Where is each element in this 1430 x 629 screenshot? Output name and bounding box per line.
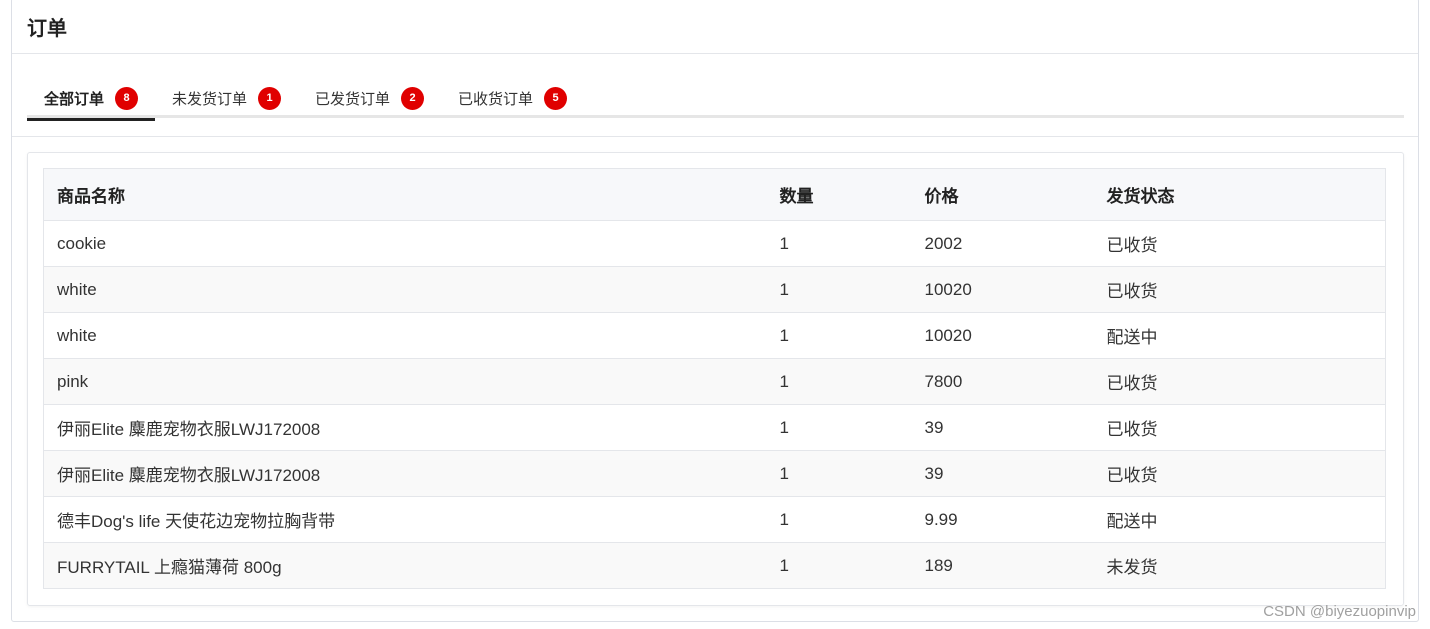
quantity-cell: 1 xyxy=(766,404,912,451)
quantity-cell: 1 xyxy=(766,496,912,543)
count-badge: 8 xyxy=(115,86,139,110)
tab-label: 已收货订单 xyxy=(458,90,534,108)
quantity-cell: 1 xyxy=(766,542,912,589)
tab-all-orders[interactable]: 全部订单 8 xyxy=(27,78,156,121)
price-cell: 39 xyxy=(911,450,1094,497)
tab-label: 全部订单 xyxy=(44,90,105,108)
table-row: white 1 10020 配送中 xyxy=(43,312,1386,359)
product-name-cell: FURRYTAIL 上瘾猫薄荷 800g xyxy=(43,542,767,589)
tab-label: 未发货订单 xyxy=(172,90,248,108)
count-badge: 5 xyxy=(544,86,568,110)
status-cell: 未发货 xyxy=(1093,542,1386,589)
table-row: pink 1 7800 已收货 xyxy=(43,358,1386,405)
status-cell: 已收货 xyxy=(1093,404,1386,451)
price-cell: 10020 xyxy=(911,266,1094,313)
table-row: 德丰Dog's life 天使花边宠物拉胸背带 1 9.99 配送中 xyxy=(43,496,1386,543)
table-row: 伊丽Elite 麋鹿宠物衣服LWJ172008 1 39 已收货 xyxy=(43,450,1386,497)
panel-header: 订单 xyxy=(12,0,1418,54)
table-row: white 1 10020 已收货 xyxy=(43,266,1386,313)
tabs-area: 全部订单 8 未发货订单 1 已发货订单 2 已收货订单 5 xyxy=(12,54,1418,137)
product-name-cell: 伊丽Elite 麋鹿宠物衣服LWJ172008 xyxy=(43,404,767,451)
tab-unshipped-orders[interactable]: 未发货订单 1 xyxy=(155,78,298,118)
status-cell: 已收货 xyxy=(1093,358,1386,405)
quantity-cell: 1 xyxy=(766,266,912,313)
product-name-cell: cookie xyxy=(43,220,767,267)
quantity-cell: 1 xyxy=(766,450,912,497)
quantity-cell: 1 xyxy=(766,220,912,267)
price-cell: 189 xyxy=(911,542,1094,589)
status-cell: 配送中 xyxy=(1093,496,1386,543)
quantity-cell: 1 xyxy=(766,312,912,359)
column-header-price: 价格 xyxy=(911,168,1094,221)
product-name-cell: 伊丽Elite 麋鹿宠物衣服LWJ172008 xyxy=(43,450,767,497)
price-cell: 10020 xyxy=(911,312,1094,359)
tab-shipped-orders[interactable]: 已发货订单 2 xyxy=(298,78,441,118)
price-cell: 9.99 xyxy=(911,496,1094,543)
product-name-cell: pink xyxy=(43,358,767,405)
quantity-cell: 1 xyxy=(766,358,912,405)
watermark: CSDN @biyezuopinvip xyxy=(1263,603,1416,620)
page-title: 订单 xyxy=(27,17,67,40)
status-cell: 已收货 xyxy=(1093,220,1386,267)
tab-label: 已发货订单 xyxy=(315,90,391,108)
status-cell: 配送中 xyxy=(1093,312,1386,359)
column-header-product-name: 商品名称 xyxy=(43,168,767,221)
price-cell: 7800 xyxy=(911,358,1094,405)
column-header-quantity: 数量 xyxy=(766,168,912,221)
order-tabs: 全部订单 8 未发货订单 1 已发货订单 2 已收货订单 5 xyxy=(27,78,1404,121)
orders-table: 商品名称 数量 价格 发货状态 cookie 1 2002 已收货 white … xyxy=(43,168,1386,589)
column-header-shipping-status: 发货状态 xyxy=(1093,168,1386,221)
price-cell: 39 xyxy=(911,404,1094,451)
product-name-cell: white xyxy=(43,266,767,313)
product-name-cell: white xyxy=(43,312,767,359)
count-badge: 2 xyxy=(401,86,425,110)
status-cell: 已收货 xyxy=(1093,266,1386,313)
count-badge: 1 xyxy=(258,86,282,110)
orders-panel: 订单 全部订单 8 未发货订单 1 已发货订单 2 已收货订单 5 商品名称 数… xyxy=(11,0,1419,622)
table-row: 伊丽Elite 麋鹿宠物衣服LWJ172008 1 39 已收货 xyxy=(43,404,1386,451)
price-cell: 2002 xyxy=(911,220,1094,267)
table-row: cookie 1 2002 已收货 xyxy=(43,220,1386,267)
table-header-row: 商品名称 数量 价格 发货状态 xyxy=(43,168,1386,221)
orders-card: 商品名称 数量 价格 发货状态 cookie 1 2002 已收货 white … xyxy=(27,152,1404,606)
tab-received-orders[interactable]: 已收货订单 5 xyxy=(441,78,584,118)
table-row: FURRYTAIL 上瘾猫薄荷 800g 1 189 未发货 xyxy=(43,542,1386,589)
status-cell: 已收货 xyxy=(1093,450,1386,497)
product-name-cell: 德丰Dog's life 天使花边宠物拉胸背带 xyxy=(43,496,767,543)
